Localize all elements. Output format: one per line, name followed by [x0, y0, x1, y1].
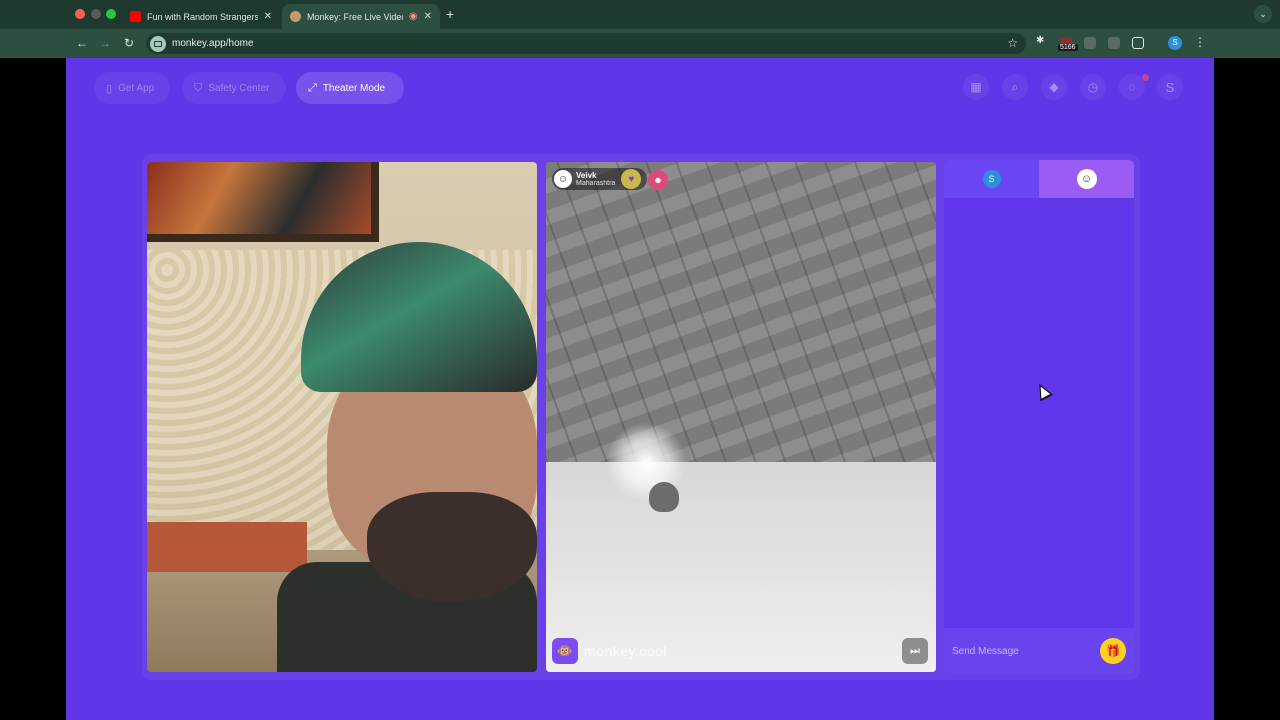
remote-video: ☺ Veivk Maharashtra ♥ ☻ 🐵 monkey.cool ⏭ — [546, 162, 936, 672]
cap — [301, 242, 537, 392]
remote-user-avatar: ☺ — [554, 170, 572, 188]
local-user-person — [277, 242, 537, 672]
sofa — [147, 522, 307, 572]
address-bar[interactable]: monkey.app/home ☆ — [146, 33, 1026, 54]
shield-icon: ⛉ — [194, 81, 203, 94]
letterbox-right — [1214, 58, 1280, 720]
gift-button[interactable]: 🎁 — [1100, 638, 1126, 664]
get-app-button[interactable]: ▯ Get App — [94, 72, 170, 104]
chat-panel: S ☺ 🎁 — [944, 160, 1134, 674]
monkey-icon — [290, 11, 301, 22]
close-tab-icon[interactable]: ✕ — [424, 11, 432, 22]
remote-user-name: Veivk — [576, 170, 597, 180]
close-tab-icon[interactable]: ✕ — [264, 11, 272, 22]
search-icon[interactable]: ⌕ — [1002, 74, 1028, 100]
character-badge-icon[interactable]: ☻ — [648, 170, 668, 190]
chat-tab-me[interactable]: S — [944, 160, 1039, 198]
get-app-label: Get App — [118, 82, 155, 94]
maximize-window-button[interactable] — [106, 9, 116, 19]
beard — [367, 492, 537, 602]
profile-avatar[interactable]: S — [1157, 74, 1183, 100]
theater-mode-button[interactable]: ⤢ Theater Mode — [296, 72, 404, 104]
extension-badge: 5166 — [1058, 44, 1078, 51]
browser-toolbar: ← → ↻ monkey.app/home ☆ ✱ — [0, 29, 1280, 58]
ceiling-pattern — [546, 162, 936, 462]
close-window-button[interactable] — [75, 9, 85, 19]
heart-badge-icon[interactable]: ♥ — [621, 169, 642, 189]
forward-button[interactable]: → — [99, 36, 111, 50]
remote-user-chip[interactable]: ☺ Veivk Maharashtra ♥ — [552, 168, 648, 190]
monkey-watermark: 🐵 monkey.cool — [552, 638, 667, 664]
minimize-window-button[interactable] — [91, 9, 101, 19]
remote-user-location: Maharashtra — [576, 179, 616, 187]
gem-icon[interactable]: ◆ — [1041, 74, 1067, 100]
me-avatar: S — [982, 170, 1001, 188]
recording-icon: ◉ — [408, 11, 418, 22]
browser-menu-icon[interactable]: ⋮ — [1194, 35, 1206, 49]
tab-title: Monkey: Free Live Video C — [307, 11, 403, 22]
extension-icon[interactable] — [1108, 37, 1120, 49]
youtube-icon — [130, 11, 141, 22]
store-icon[interactable]: ▦ — [963, 74, 989, 100]
site-info-icon[interactable] — [150, 35, 166, 52]
browser-tab-monkey[interactable]: Monkey: Free Live Video C ◉ ✕ — [282, 4, 440, 29]
monkey-page: ▯ Get App ⛉ Safety Center ⤢ Theater Mode… — [66, 58, 1214, 720]
browser-tab-bar: Fun with Random Strangers - ✕ Monkey: Fr… — [0, 0, 1280, 29]
chat-messages — [944, 198, 1134, 628]
extension-gear-icon[interactable]: ✱ — [1036, 35, 1048, 47]
new-tab-button[interactable]: + — [446, 6, 454, 22]
history-icon[interactable]: ◷ — [1080, 74, 1106, 100]
send-message-input[interactable] — [952, 645, 1092, 657]
reload-button[interactable]: ↻ — [124, 36, 134, 50]
chat-input-bar: 🎁 — [944, 628, 1134, 674]
wall-painting — [147, 162, 379, 242]
theater-mode-label: Theater Mode — [322, 82, 386, 94]
monkey-logo-icon: 🐵 — [552, 638, 578, 664]
safety-center-button[interactable]: ⛉ Safety Center — [182, 72, 286, 104]
browser-tab-youtube[interactable]: Fun with Random Strangers - ✕ — [122, 4, 280, 29]
peer-avatar: ☺ — [1076, 169, 1097, 189]
browser-profile-avatar[interactable]: S — [1168, 36, 1182, 50]
extensions-puzzle-icon[interactable] — [1132, 37, 1144, 49]
local-video — [147, 162, 537, 672]
watermark-text: monkey.cool — [584, 643, 668, 659]
url-text: monkey.app/home — [172, 38, 254, 49]
notification-dot — [1142, 74, 1149, 81]
back-button[interactable]: ← — [76, 36, 88, 50]
bookmark-star-icon[interactable]: ☆ — [1007, 36, 1018, 50]
lamp — [649, 482, 679, 512]
chat-tab-peer[interactable]: ☺ — [1039, 160, 1134, 198]
tab-search-button[interactable]: ⌄ — [1254, 5, 1272, 23]
tab-title: Fun with Random Strangers - — [147, 11, 258, 22]
letterbox-left — [0, 58, 66, 720]
phone-icon: ▯ — [106, 82, 113, 95]
extension-icon[interactable] — [1084, 37, 1096, 49]
expand-icon: ⤢ — [308, 81, 317, 94]
safety-center-label: Safety Center — [208, 82, 270, 94]
profile-initial: S — [1165, 79, 1175, 95]
skip-next-button[interactable]: ⏭ — [902, 638, 928, 664]
chat-tabs: S ☺ — [944, 160, 1134, 198]
